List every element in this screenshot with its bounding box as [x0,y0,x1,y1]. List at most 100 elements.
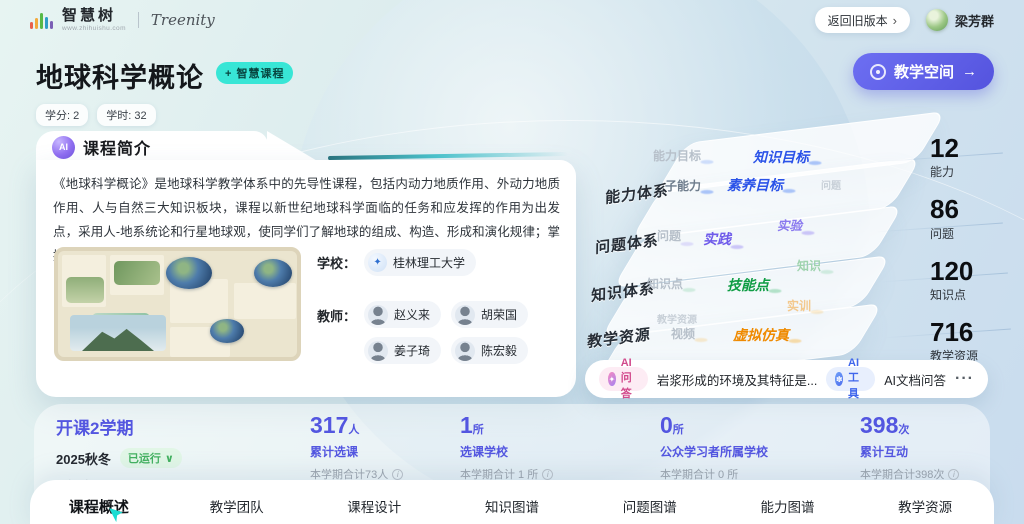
tab-course-overview[interactable]: 课程概述 [30,494,168,517]
node-knowledge-goal: 知识目标 [753,147,815,167]
teacher-avatar [368,305,388,325]
counter-question: 86 问题 [930,196,978,241]
tab-teaching-team[interactable]: 教学团队 [168,494,306,516]
teaching-space-label: 教学空间 [894,61,954,82]
tab-knowledge-graph[interactable]: 知识图谱 [443,494,581,516]
teacher-avatar [455,305,475,325]
course-title: 地球科学概论 [36,56,204,95]
stat-enrolled: 317人 累计选课 本学期合计73人i [310,413,403,482]
node-virtual-sim: 虚拟仿真 [733,325,795,345]
school-name: 桂林理工大学 [393,254,465,271]
teacher-list: 赵义来 胡荣国 姜子琦 陈宏毅 [364,301,528,364]
intro-header: AI 课程简介 [52,135,151,159]
counter-knowledge: 120 知识点 [930,258,978,303]
brand-url: www.zhihuishu.com [62,25,126,32]
cobrand-name: Treenity [151,11,215,29]
info-icon[interactable]: i [948,469,959,480]
mountain-photo [70,315,166,351]
node-question-faded: 问题 [821,177,841,192]
node-practice: 实践 [703,229,737,249]
brand-name: 智慧树 [62,8,126,23]
counter-resource: 716 教学资源 [930,319,978,364]
info-icon[interactable]: i [542,469,553,480]
node-skill-point: 技能点 [727,275,775,295]
globe-icon [870,64,886,80]
teacher-chip[interactable]: 胡荣国 [451,301,528,328]
node-knowledge-faded: 知识 [797,257,827,274]
brand-divider [138,12,139,28]
hours-pill: 学时: 32 [97,104,155,126]
teacher-name: 赵义来 [394,306,430,323]
ai-qa-icon: ✦ [608,372,616,386]
intro-heading: 课程简介 [83,135,151,159]
counter-ability: 12 能力 [930,135,978,180]
ai-qa-button[interactable]: ✦ AI问答 [599,367,648,391]
node-training-faded: 实训 [787,297,817,314]
user-menu[interactable]: 梁芳群 [926,9,994,31]
ai-question-link[interactable]: 岩浆形成的环境及其特征是... [657,370,817,389]
tab-problem-graph[interactable]: 问题图谱 [581,494,719,516]
school-row: 学校： ✦ 桂林理工大学 [317,249,476,276]
semester-title: 开课2学期 [56,414,182,439]
bottom-nav: 课程概述 教学团队 课程设计 知识图谱 问题图谱 能力图谱 教学资源 [30,480,994,524]
node-sub-ability: 子能力 [665,177,707,194]
back-label: 返回旧版本 [828,12,888,29]
course-image [54,247,301,361]
smart-course-badge: + 智慧课程 [216,62,293,84]
arrow-right-icon: → [962,63,977,80]
teacher-name: 胡荣国 [481,306,517,323]
back-to-old-version-button[interactable]: 返回旧版本 › [815,7,910,33]
running-status-badge[interactable]: 已运行 ∨ [120,448,182,468]
node-knowledge-point: 知识点 [647,275,689,292]
teaching-space-button[interactable]: 教学空间 → [853,53,994,90]
school-logo-icon: ✦ [368,253,387,272]
teacher-name: 陈宏毅 [481,342,517,359]
top-header: 智慧树 www.zhihuishu.com Treenity 返回旧版本 › 梁… [0,0,1024,40]
school-label: 学校： [317,253,356,272]
stat-interactions: 398次 累计互动 本学期合计398次i [860,413,959,482]
ai-tool-button[interactable]: ✽ AI工具 [826,367,875,391]
teacher-avatar [368,341,388,361]
teacher-name: 姜子琦 [394,342,430,359]
teacher-block: 教师： 赵义来 胡荣国 姜子琦 陈宏毅 [317,301,528,364]
intro-tab-slope [267,131,319,162]
user-avatar [926,9,948,31]
node-experiment: 实验 [777,215,808,234]
tab-ability-graph[interactable]: 能力图谱 [719,494,857,516]
brand-bars-icon [30,11,53,29]
node-ability-goal: 能力目标 [653,147,707,164]
node-question: 问题 [657,227,687,244]
brand-logo[interactable]: 智慧树 www.zhihuishu.com Treenity [30,8,215,32]
course-meta: 学分: 2 学时: 32 [36,104,156,126]
school-chip[interactable]: ✦ 桂林理工大学 [364,249,476,276]
teacher-chip[interactable]: 姜子琦 [364,337,441,364]
stat-public-schools: 0所 公众学习者所属学校 本学期合计 0 所 [660,413,768,482]
chevron-right-icon: › [893,13,897,28]
credit-pill: 学分: 2 [36,104,88,126]
header-right: 返回旧版本 › 梁芳群 [815,7,994,33]
course-intro-card: AI 课程简介 《地球科学概论》是地球科学教学体系中的先导性课程，包括内动力地质… [36,131,576,397]
ai-doc-qa-link[interactable]: AI文档问答 [884,370,946,389]
tab-course-design[interactable]: 课程设计 [305,494,443,516]
teacher-avatar [455,341,475,361]
chevron-down-icon: ∨ [165,452,174,465]
more-options-icon[interactable]: ··· [955,370,974,388]
teal-decoration-line [328,152,568,160]
ai-tool-icon: ✽ [835,372,843,386]
teacher-chip[interactable]: 陈宏毅 [451,337,528,364]
course-overview-page: 智慧树 www.zhihuishu.com Treenity 返回旧版本 › 梁… [0,0,1024,524]
tab-teaching-resources[interactable]: 教学资源 [856,494,994,516]
node-video: 视频 [671,325,701,342]
teacher-chip[interactable]: 赵义来 [364,301,441,328]
stat-schools: 1所 选课学校 本学期合计 1 所i [460,413,553,482]
node-literacy-goal: 素养目标 [727,175,789,195]
ai-icon: AI [52,136,75,159]
ai-assistant-bar: ✦ AI问答 岩浆形成的环境及其特征是... ✽ AI工具 AI文档问答 ··· [585,360,988,398]
semester-term: 2025秋冬 [56,449,111,468]
knowledge-graph-preview: 能力目标 知识目标 能力体系 子能力 素养目标 问题 问题体系 问题 实践 [575,125,1024,365]
teacher-label: 教师： [317,306,356,364]
graph-counters: 12 能力 86 问题 120 知识点 716 教学资源 [930,135,978,380]
user-name: 梁芳群 [955,11,994,30]
info-icon[interactable]: i [392,469,403,480]
node-resource-echo: 教学资源 [657,311,697,326]
